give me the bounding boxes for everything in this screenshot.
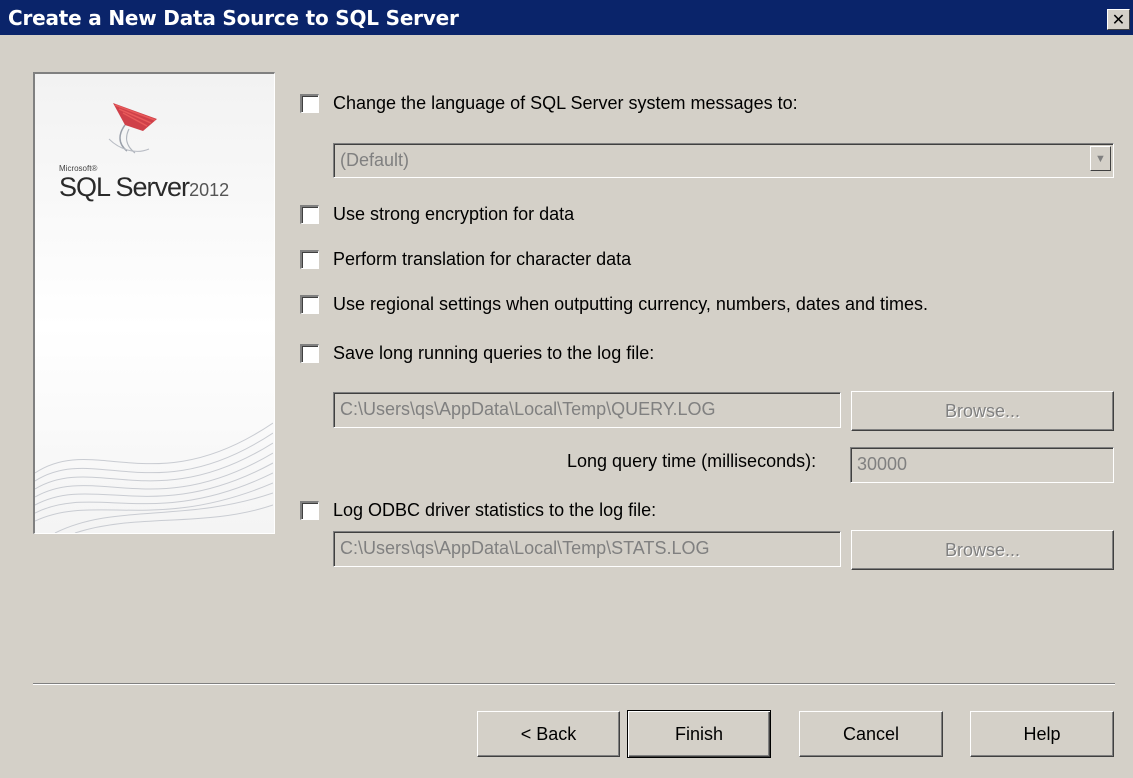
language-dropdown[interactable]: (Default) ▼ bbox=[333, 143, 1114, 178]
change-language-option[interactable]: Change the language of SQL Server system… bbox=[300, 93, 798, 114]
product-name-text: SQL Server bbox=[59, 172, 190, 202]
strong-encryption-option[interactable]: Use strong encryption for data bbox=[300, 204, 574, 225]
query-log-path-value: C:\Users\qs\AppData\Local\Temp\QUERY.LOG bbox=[340, 399, 716, 419]
product-logo-panel: Microsoft® SQL Server2012 bbox=[33, 72, 275, 534]
regional-settings-label: Use regional settings when outputting cu… bbox=[333, 294, 928, 314]
window-title: Create a New Data Source to SQL Server bbox=[8, 6, 459, 30]
back-button[interactable]: < Back bbox=[477, 711, 620, 757]
log-odbc-stats-label: Log ODBC driver statistics to the log fi… bbox=[333, 500, 657, 520]
cancel-button[interactable]: Cancel bbox=[799, 711, 943, 757]
stats-log-path-field[interactable]: C:\Users\qs\AppData\Local\Temp\STATS.LOG bbox=[333, 531, 841, 567]
chevron-down-icon[interactable]: ▼ bbox=[1090, 146, 1111, 171]
product-year: 2012 bbox=[189, 180, 230, 200]
regional-settings-checkbox[interactable] bbox=[300, 295, 319, 314]
change-language-checkbox[interactable] bbox=[300, 94, 319, 113]
save-long-queries-label: Save long running queries to the log fil… bbox=[333, 343, 655, 363]
long-query-time-field[interactable]: 30000 bbox=[850, 447, 1114, 483]
long-query-time-value: 30000 bbox=[857, 454, 908, 474]
finish-button-label: Finish bbox=[674, 723, 723, 744]
translate-char-label: Perform translation for character data bbox=[333, 249, 632, 269]
log-odbc-stats-checkbox[interactable] bbox=[300, 501, 319, 520]
translate-char-checkbox[interactable] bbox=[300, 250, 319, 269]
back-button-label: < Back bbox=[520, 723, 577, 744]
long-query-time-label: Long query time (milliseconds): bbox=[567, 451, 817, 471]
strong-encryption-label: Use strong encryption for data bbox=[333, 204, 575, 224]
help-button-label: Help bbox=[1023, 723, 1061, 744]
decorative-waves bbox=[35, 422, 273, 533]
footer-separator bbox=[33, 683, 1115, 685]
sql-server-logo-icon bbox=[108, 103, 157, 154]
stats-log-path-value: C:\Users\qs\AppData\Local\Temp\STATS.LOG bbox=[340, 538, 710, 558]
browse-stats-log-button[interactable]: Browse... bbox=[851, 530, 1114, 570]
browse-query-log-button[interactable]: Browse... bbox=[851, 391, 1114, 431]
close-button[interactable]: ✕ bbox=[1107, 9, 1130, 30]
close-icon: ✕ bbox=[1111, 9, 1126, 29]
regional-settings-option[interactable]: Use regional settings when outputting cu… bbox=[300, 294, 928, 315]
title-bar[interactable]: Create a New Data Source to SQL Server ✕ bbox=[0, 0, 1133, 35]
save-long-queries-checkbox[interactable] bbox=[300, 344, 319, 363]
query-log-path-field[interactable]: C:\Users\qs\AppData\Local\Temp\QUERY.LOG bbox=[333, 392, 841, 428]
browse-stats-log-label: Browse... bbox=[944, 539, 1021, 560]
save-long-queries-option[interactable]: Save long running queries to the log fil… bbox=[300, 343, 654, 364]
help-button[interactable]: Help bbox=[970, 711, 1114, 757]
finish-button[interactable]: Finish bbox=[627, 710, 771, 758]
strong-encryption-checkbox[interactable] bbox=[300, 205, 319, 224]
cancel-button-label: Cancel bbox=[842, 723, 900, 744]
translate-char-option[interactable]: Perform translation for character data bbox=[300, 249, 631, 270]
product-name: SQL Server2012 bbox=[59, 172, 229, 203]
log-odbc-stats-option[interactable]: Log ODBC driver statistics to the log fi… bbox=[300, 500, 656, 521]
language-dropdown-value: (Default) bbox=[340, 150, 410, 170]
browse-query-log-label: Browse... bbox=[944, 400, 1021, 421]
change-language-label: Change the language of SQL Server system… bbox=[333, 93, 798, 113]
